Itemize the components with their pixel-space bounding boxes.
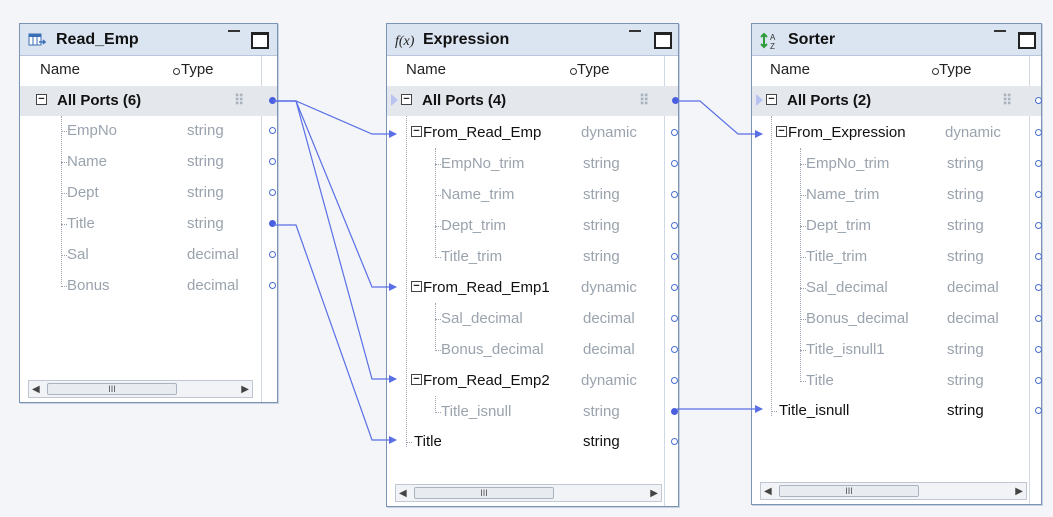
mapping-canvas[interactable]: Read_Emp Name Type − All Ports (6) ⠿ Emp… — [0, 0, 1053, 517]
link-reademp-title-to-title — [273, 224, 397, 444]
link-lines — [273, 100, 763, 444]
link-expression-allports-to-from-expression — [677, 100, 763, 138]
port-links — [273, 100, 763, 444]
link-reademp-allports-to-from-read-emp1 — [273, 100, 397, 291]
link-reademp-allports-to-from-read-emp2 — [273, 100, 397, 383]
link-reademp-allports-to-from-read-emp — [273, 100, 397, 138]
